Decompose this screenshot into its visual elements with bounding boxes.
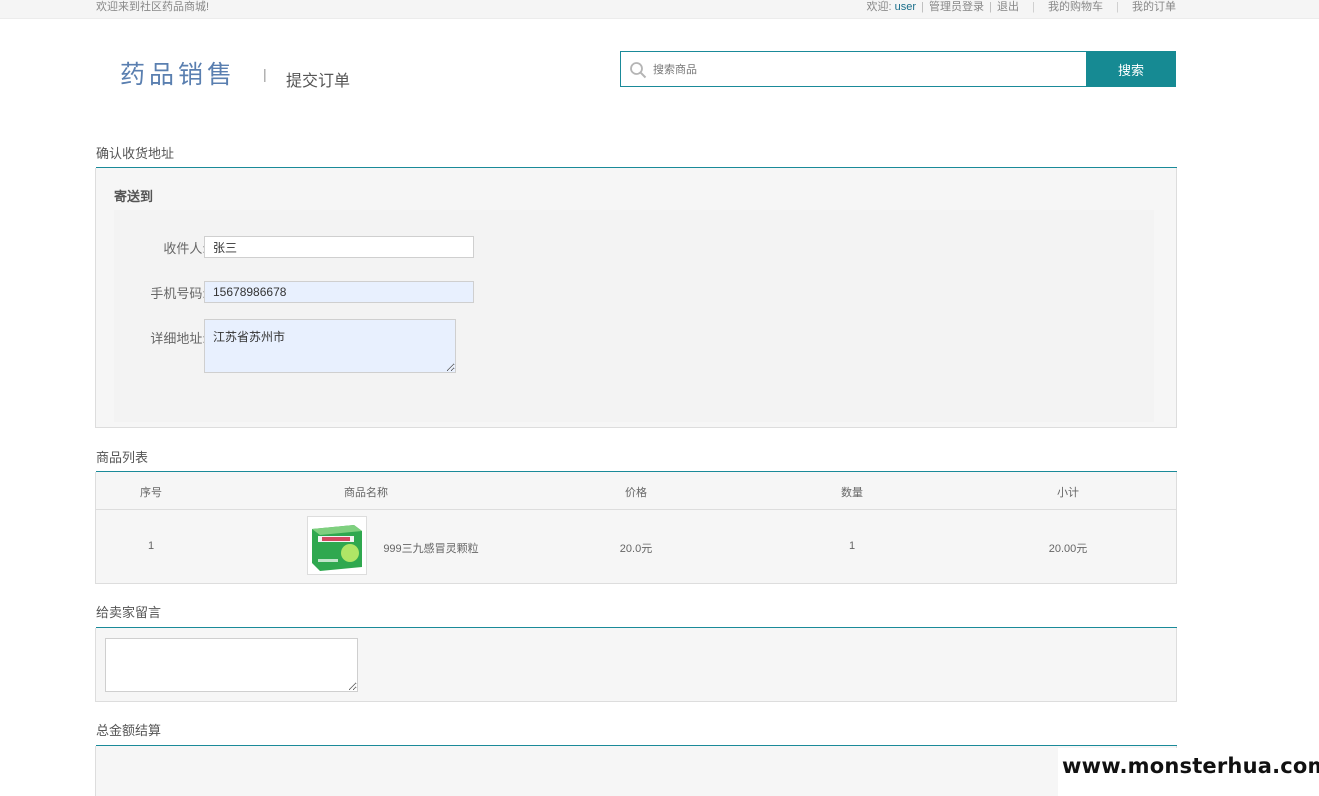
- column-header-index: 序号: [140, 487, 162, 499]
- search-button[interactable]: 搜索: [1086, 51, 1176, 87]
- total-section-title: 总金额结算: [96, 723, 162, 738]
- product-thumbnail[interactable]: [307, 516, 367, 575]
- top-bar: 欢迎来到社区药品商城! 欢迎: user | 管理员登录 | 退出 | 我的购物…: [0, 0, 1319, 19]
- address-detail-label: 详细地址:: [150, 331, 206, 346]
- ship-to-heading: 寄送到: [114, 189, 154, 204]
- product-subtotal: 20.00元: [1048, 543, 1088, 555]
- divider: |: [1116, 1, 1119, 13]
- product-quantity: 1: [848, 540, 856, 552]
- site-logo[interactable]: 药品销售: [120, 55, 236, 91]
- search-box: [620, 51, 1086, 87]
- row-index: 1: [147, 540, 155, 552]
- message-panel: [95, 628, 1177, 702]
- greeting-text: 欢迎:: [866, 1, 892, 13]
- divider: |: [1032, 1, 1035, 13]
- watermark-text: www.monsterhua.com: [1062, 754, 1319, 778]
- column-header-quantity: 数量: [841, 487, 863, 499]
- recipient-label: 收件人:: [163, 241, 206, 256]
- logout-link[interactable]: 退出: [997, 1, 1019, 13]
- table-header: 序号 商品名称 价格 数量 小计: [96, 472, 1176, 510]
- phone-input[interactable]: [204, 281, 474, 303]
- divider: |: [989, 1, 992, 13]
- page-title: 提交订单: [286, 73, 351, 90]
- watermark: www.monsterhua.com: [1058, 748, 1319, 796]
- header-divider: |: [263, 66, 267, 82]
- username-link[interactable]: user: [895, 1, 916, 13]
- total-panel: [95, 746, 1177, 796]
- orders-link[interactable]: 我的订单: [1132, 1, 1176, 13]
- admin-login-link[interactable]: 管理员登录: [929, 1, 984, 13]
- search-input[interactable]: [653, 60, 1073, 80]
- phone-label: 手机号码:: [150, 286, 206, 301]
- column-header-subtotal: 小计: [1057, 487, 1079, 499]
- top-bar-links: 欢迎: user | 管理员登录 | 退出 | 我的购物车 | 我的订单: [867, 0, 1176, 14]
- search-bar: 搜索: [620, 51, 1176, 87]
- message-input[interactable]: [105, 638, 358, 692]
- table-row: 1 999三九感冒灵颗粒 20.0元 1 20.00元: [96, 510, 1176, 582]
- product-name[interactable]: 999三九感冒灵颗粒: [366, 540, 496, 556]
- welcome-text: 欢迎来到社区药品商城!: [96, 1, 210, 13]
- search-icon: [630, 62, 647, 79]
- divider: |: [921, 1, 924, 13]
- recipient-input[interactable]: [204, 236, 474, 258]
- address-panel: 寄送到 收件人: 手机号码: 详细地址: 江苏省苏州市: [95, 168, 1177, 428]
- column-header-name: 商品名称: [344, 487, 388, 499]
- address-section-title: 确认收货地址: [96, 146, 175, 161]
- product-price: 20.0元: [619, 543, 653, 555]
- cart-link[interactable]: 我的购物车: [1048, 1, 1103, 13]
- goods-section-title: 商品列表: [96, 450, 149, 465]
- column-header-price: 价格: [625, 487, 647, 499]
- address-detail-input[interactable]: 江苏省苏州市: [204, 319, 456, 373]
- medicine-box-image: [308, 517, 366, 574]
- message-section-title: 给卖家留言: [96, 605, 162, 620]
- goods-table: 序号 商品名称 价格 数量 小计 1 999三九感冒灵颗粒 20.0元 1 20…: [95, 472, 1177, 584]
